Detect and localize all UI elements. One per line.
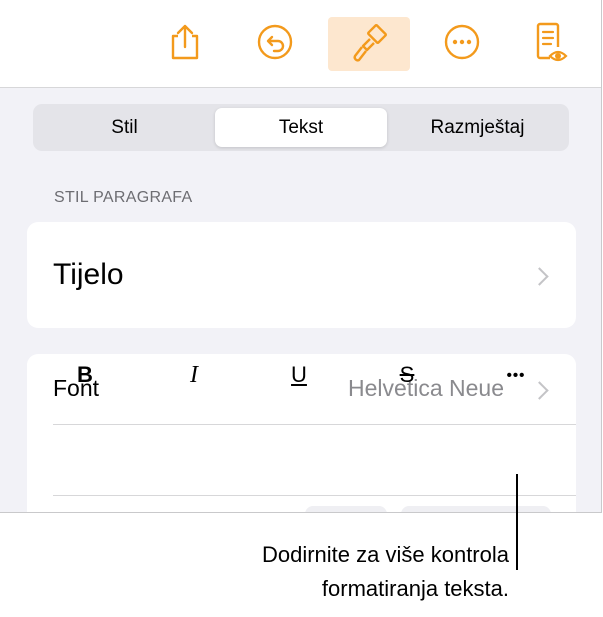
- paragraph-style-value: Tijelo: [53, 258, 124, 291]
- more-icon: [444, 24, 480, 60]
- tab-tekst[interactable]: Tekst: [215, 108, 387, 147]
- paragraph-style-section-label: STIL PARAGRAFA: [54, 189, 193, 206]
- reading-view-button[interactable]: [525, 14, 575, 70]
- bold-button[interactable]: B: [63, 360, 107, 390]
- tab-razmjestaj[interactable]: Razmještaj: [390, 108, 565, 147]
- paintbrush-icon: [353, 24, 387, 62]
- undo-icon: [257, 24, 293, 60]
- callout-text-line1: Dodirnite za više kontrola: [261, 542, 509, 567]
- more-formatting-button[interactable]: •••: [494, 360, 538, 390]
- color-control[interactable]: [401, 506, 551, 512]
- share-button[interactable]: [160, 14, 210, 70]
- divider: [53, 495, 576, 496]
- divider: [53, 424, 576, 425]
- reading-view-icon: [536, 22, 568, 62]
- callout-text-line2: formatiranja teksta.: [321, 576, 509, 601]
- undo-button[interactable]: [250, 14, 300, 70]
- tab-bar: Stil Tekst Razmještaj: [33, 104, 569, 151]
- app-window: Stil Tekst Razmještaj STIL PARAGRAFA Tij…: [0, 0, 602, 513]
- tab-stil[interactable]: Stil: [37, 108, 212, 147]
- callout-line: [516, 474, 518, 570]
- paragraph-style-row[interactable]: Tijelo: [27, 222, 576, 328]
- chevron-right-icon: [530, 267, 549, 286]
- strikethrough-button[interactable]: S: [385, 360, 429, 390]
- underline-button[interactable]: U: [277, 360, 321, 390]
- size-control[interactable]: [305, 506, 387, 512]
- format-button[interactable]: [328, 17, 410, 71]
- toolbar: [0, 0, 601, 88]
- italic-button[interactable]: I: [172, 360, 216, 390]
- share-icon: [171, 24, 199, 60]
- format-panel: Stil Tekst Razmještaj STIL PARAGRAFA Tij…: [0, 88, 601, 512]
- more-button[interactable]: [437, 14, 487, 70]
